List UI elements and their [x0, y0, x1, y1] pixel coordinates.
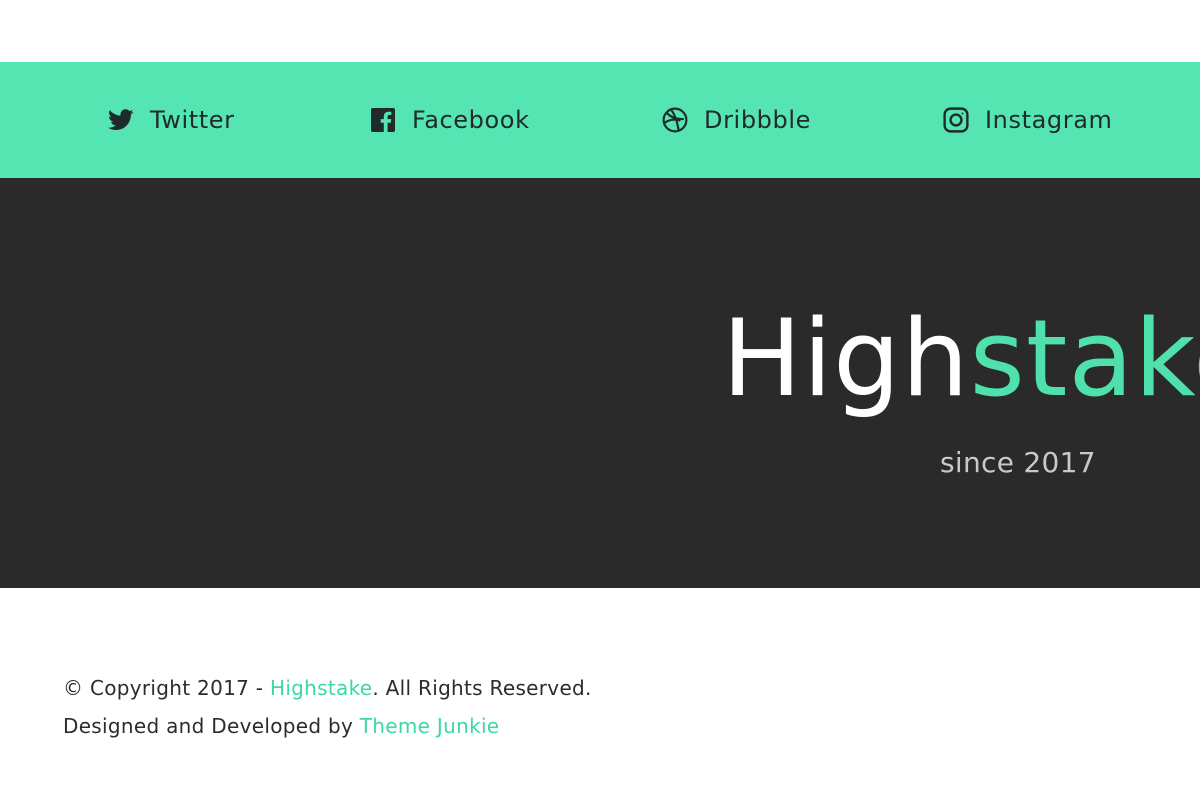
- instagram-label: Instagram: [985, 106, 1113, 134]
- brand-tagline: since 2017: [940, 446, 1096, 479]
- copyright-line: © Copyright 2017 - Highstake. All Rights…: [63, 676, 592, 700]
- hero-banner: Highstake since 2017: [0, 178, 1200, 588]
- dribbble-link[interactable]: Dribbble: [662, 62, 811, 178]
- dribbble-icon: [662, 107, 688, 133]
- theme-author-link[interactable]: Theme Junkie: [360, 714, 500, 738]
- credit-line: Designed and Developed by Theme Junkie: [63, 714, 499, 738]
- twitter-label: Twitter: [150, 106, 235, 134]
- social-links-bar: Twitter Facebook Dribbble Instagram: [0, 62, 1200, 178]
- brand-text-high: High: [722, 297, 970, 420]
- facebook-link[interactable]: Facebook: [370, 62, 530, 178]
- facebook-label: Facebook: [412, 106, 530, 134]
- dribbble-label: Dribbble: [704, 106, 811, 134]
- twitter-icon: [108, 107, 134, 133]
- instagram-icon: [943, 107, 969, 133]
- credit-prefix: Designed and Developed by: [63, 714, 360, 738]
- site-home-link[interactable]: Highstake: [270, 676, 372, 700]
- top-spacer: [0, 0, 1200, 62]
- twitter-link[interactable]: Twitter: [108, 62, 235, 178]
- site-footer: © Copyright 2017 - Highstake. All Rights…: [0, 588, 1200, 800]
- site-logo-wordmark[interactable]: Highstake: [722, 306, 1200, 412]
- facebook-icon: [370, 107, 396, 133]
- copyright-suffix: . All Rights Reserved.: [372, 676, 592, 700]
- copyright-prefix: © Copyright 2017 -: [63, 676, 270, 700]
- brand-text-stake: stake: [969, 297, 1200, 420]
- instagram-link[interactable]: Instagram: [943, 62, 1113, 178]
